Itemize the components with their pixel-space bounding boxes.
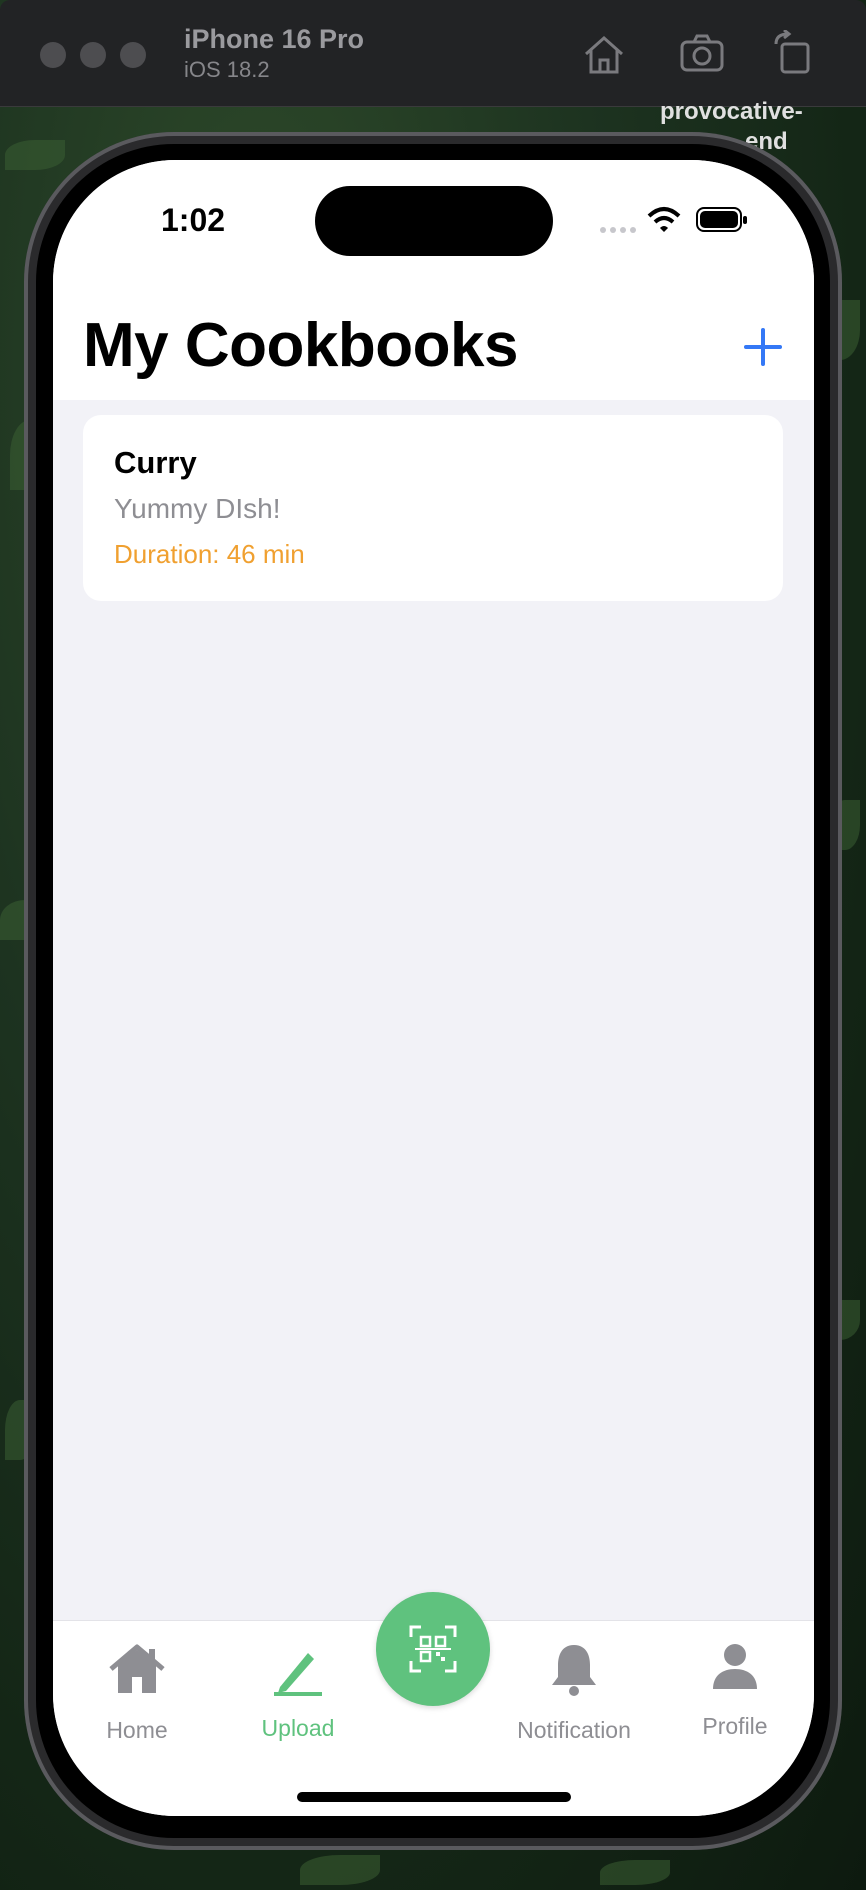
status-time: 1:02 xyxy=(161,202,226,238)
screenshot-icon[interactable] xyxy=(678,30,726,78)
tab-home-label: Home xyxy=(106,1717,168,1743)
tab-upload-label: Upload xyxy=(261,1715,335,1741)
signal-icon xyxy=(600,227,636,233)
tab-profile-label: Profile xyxy=(702,1713,768,1739)
device-name: iPhone 16 Pro xyxy=(184,24,365,54)
os-version: iOS 18.2 xyxy=(184,57,270,82)
desktop-label: provocative- xyxy=(660,98,803,125)
cookbook-title: Curry xyxy=(114,445,197,480)
cookbook-duration: Duration: 46 min xyxy=(114,539,305,569)
bell-icon xyxy=(552,1645,596,1696)
dynamic-island xyxy=(315,186,553,256)
battery-icon xyxy=(696,207,747,232)
add-cookbook-button[interactable] xyxy=(738,322,788,372)
close-window-button[interactable] xyxy=(40,42,66,68)
tab-notification[interactable]: Notification xyxy=(499,1641,649,1751)
page-title: My Cookbooks xyxy=(83,311,518,380)
scan-qr-button[interactable] xyxy=(376,1592,490,1706)
qr-scan-icon xyxy=(409,1625,457,1673)
tab-profile[interactable]: Profile xyxy=(660,1641,810,1751)
tab-notification-label: Notification xyxy=(517,1717,631,1743)
zoom-window-button[interactable] xyxy=(120,42,146,68)
home-indicator[interactable] xyxy=(297,1792,571,1802)
house-icon xyxy=(109,1644,165,1693)
minimize-window-button[interactable] xyxy=(80,42,106,68)
wifi-icon xyxy=(647,207,681,232)
pencil-icon xyxy=(274,1653,322,1696)
cookbook-description: Yummy DIsh! xyxy=(114,493,281,524)
rotate-icon[interactable] xyxy=(770,30,818,78)
plus-icon xyxy=(744,328,782,366)
tab-upload[interactable]: Upload xyxy=(223,1641,373,1751)
tab-home[interactable]: Home xyxy=(62,1641,212,1751)
person-icon xyxy=(713,1644,757,1689)
phone-screen: 1:02 My Cookbooks Curry Yummy DIsh! Dura… xyxy=(53,160,814,1816)
simulator-titlebar: iPhone 16 Pro iOS 18.2 xyxy=(0,0,866,107)
cookbook-card[interactable]: Curry Yummy DIsh! Duration: 46 min xyxy=(83,415,783,601)
home-icon[interactable] xyxy=(580,30,628,78)
